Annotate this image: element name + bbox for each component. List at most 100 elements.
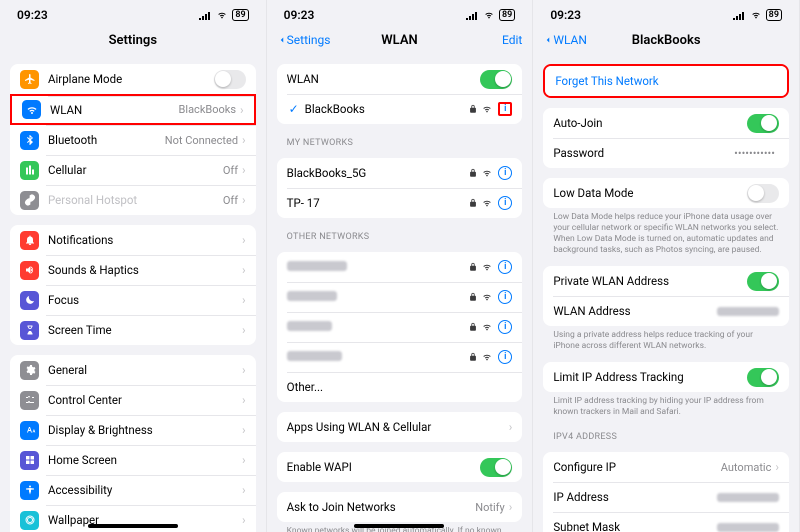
auto-join-toggle[interactable] xyxy=(747,114,779,133)
wlan-toggle[interactable] xyxy=(480,70,512,89)
sound-icon xyxy=(20,261,39,280)
row-label: Personal Hotspot xyxy=(48,193,223,207)
row-wlan-address[interactable]: WLAN Address xyxy=(543,296,789,326)
info-button[interactable]: i xyxy=(498,102,512,116)
chevron-icon: › xyxy=(509,500,513,514)
network-detail-list[interactable]: Forget This Network Auto-Join Password •… xyxy=(533,54,799,532)
check-icon: ✓ xyxy=(287,102,301,116)
private-address-toggle[interactable] xyxy=(747,272,779,291)
edit-button[interactable]: Edit xyxy=(502,33,522,47)
row-notifications[interactable]: Notifications › xyxy=(10,225,256,255)
row-configure-ip[interactable]: Configure IP Automatic › xyxy=(543,452,789,482)
status-bar: 09:23 89 xyxy=(533,0,799,26)
chevron-icon: › xyxy=(242,423,246,437)
row-ip-address[interactable]: IP Address xyxy=(543,482,789,512)
row-password[interactable]: Password ••••••••••• xyxy=(543,138,789,168)
home-indicator[interactable] xyxy=(354,524,444,528)
airplane-toggle[interactable] xyxy=(214,70,246,89)
row-limit-ip-tracking[interactable]: Limit IP Address Tracking xyxy=(543,362,789,392)
row-focus[interactable]: Focus › xyxy=(10,285,256,315)
low-data-footer: Low Data Mode helps reduce your iPhone d… xyxy=(553,212,779,256)
wifi-icon xyxy=(482,292,492,302)
row-apps-using-wlan[interactable]: Apps Using WLAN & Cellular › xyxy=(277,412,523,442)
row-label: WLAN Address xyxy=(553,304,717,318)
row-enable-wapi[interactable]: Enable WAPI xyxy=(277,452,523,482)
row-label: Bluetooth xyxy=(48,133,165,147)
status-icons: 89 xyxy=(198,9,248,21)
row-screen-time[interactable]: Screen Time › xyxy=(10,315,256,345)
wlan-list[interactable]: WLAN ✓ BlackBooks i MY NETWORKS BlackBoo… xyxy=(267,54,533,532)
row-label xyxy=(287,320,469,334)
aa-icon xyxy=(20,421,39,440)
settings-list[interactable]: Airplane Mode WLAN BlackBooks › Bluetoot… xyxy=(0,54,266,532)
row-personal-hotspot[interactable]: Personal Hotspot Off › xyxy=(10,185,256,215)
row-other-network[interactable]: i xyxy=(277,282,523,312)
row-wlan-toggle[interactable]: WLAN xyxy=(277,64,523,94)
row-ask-to-join[interactable]: Ask to Join Networks Notify › xyxy=(277,492,523,522)
row-display[interactable]: Display & Brightness › xyxy=(10,415,256,445)
home-indicator[interactable] xyxy=(88,524,178,528)
row-label: Home Screen xyxy=(48,453,242,467)
nav-bar: WLAN BlackBooks xyxy=(533,26,799,54)
row-value: Notify xyxy=(475,501,504,514)
row-control-center[interactable]: Control Center › xyxy=(10,385,256,415)
info-button[interactable]: i xyxy=(498,196,512,210)
back-button[interactable]: Settings xyxy=(277,33,331,47)
row-private-wlan-address[interactable]: Private WLAN Address xyxy=(543,266,789,296)
row-my-network[interactable]: TP- 17 i xyxy=(277,188,523,218)
row-low-data-mode[interactable]: Low Data Mode xyxy=(543,178,789,208)
ip-address-value xyxy=(717,493,779,502)
battery-icon: 89 xyxy=(766,9,782,21)
row-wlan[interactable]: WLAN BlackBooks › xyxy=(10,94,256,125)
status-bar: 09:23 89 xyxy=(267,0,533,26)
info-button[interactable]: i xyxy=(498,350,512,364)
status-icons: 89 xyxy=(465,9,515,21)
hourglass-icon xyxy=(20,321,39,340)
limit-tracking-toggle[interactable] xyxy=(747,368,779,387)
row-home-screen[interactable]: Home Screen › xyxy=(10,445,256,475)
bell-icon xyxy=(20,231,39,250)
info-button[interactable]: i xyxy=(498,166,512,180)
chevron-icon: › xyxy=(242,453,246,467)
wapi-toggle[interactable] xyxy=(480,458,512,477)
row-auto-join[interactable]: Auto-Join xyxy=(543,108,789,138)
back-button[interactable]: WLAN xyxy=(543,33,587,47)
wifi-icon xyxy=(482,262,492,272)
row-sounds[interactable]: Sounds & Haptics › xyxy=(10,255,256,285)
nav-bar: Settings WLAN Edit xyxy=(267,26,533,54)
forget-network-button[interactable]: Forget This Network xyxy=(545,66,787,96)
row-label: WLAN xyxy=(287,72,481,86)
row-label: BlackBooks xyxy=(305,102,469,116)
wifi-icon xyxy=(22,100,41,119)
row-bluetooth[interactable]: Bluetooth Not Connected › xyxy=(10,125,256,155)
status-time: 09:23 xyxy=(17,8,48,22)
lock-icon xyxy=(468,104,478,114)
row-other-network[interactable]: i xyxy=(277,252,523,282)
row-value: Not Connected xyxy=(165,134,238,147)
row-other-network[interactable]: i xyxy=(277,342,523,372)
row-label: Ask to Join Networks xyxy=(287,500,476,514)
row-label: Limit IP Address Tracking xyxy=(553,370,747,384)
row-general[interactable]: General › xyxy=(10,355,256,385)
screen-settings: 09:23 89 Settings Airplane Mode WLAN Bla… xyxy=(0,0,267,532)
row-subnet-mask[interactable]: Subnet Mask xyxy=(543,512,789,532)
accessibility-icon xyxy=(20,481,39,500)
row-my-network[interactable]: BlackBooks_5G i xyxy=(277,158,523,188)
info-button[interactable]: i xyxy=(498,290,512,304)
row-other[interactable]: Other... xyxy=(277,372,523,402)
chevron-icon: › xyxy=(775,460,779,474)
chevron-icon: › xyxy=(242,393,246,407)
row-cellular[interactable]: Cellular Off › xyxy=(10,155,256,185)
wifi-icon xyxy=(482,322,492,332)
row-accessibility[interactable]: Accessibility › xyxy=(10,475,256,505)
low-data-toggle[interactable] xyxy=(747,184,779,203)
row-airplane-mode[interactable]: Airplane Mode xyxy=(10,64,256,94)
row-connected-network[interactable]: ✓ BlackBooks i xyxy=(277,94,523,124)
subnet-mask-value xyxy=(717,523,779,532)
signal-icon xyxy=(465,10,479,20)
row-label: Notifications xyxy=(48,233,242,247)
row-other-network[interactable]: i xyxy=(277,312,523,342)
info-button[interactable]: i xyxy=(498,260,512,274)
screen-wlan: 09:23 89 Settings WLAN Edit WLAN ✓ Black… xyxy=(267,0,534,532)
info-button[interactable]: i xyxy=(498,320,512,334)
